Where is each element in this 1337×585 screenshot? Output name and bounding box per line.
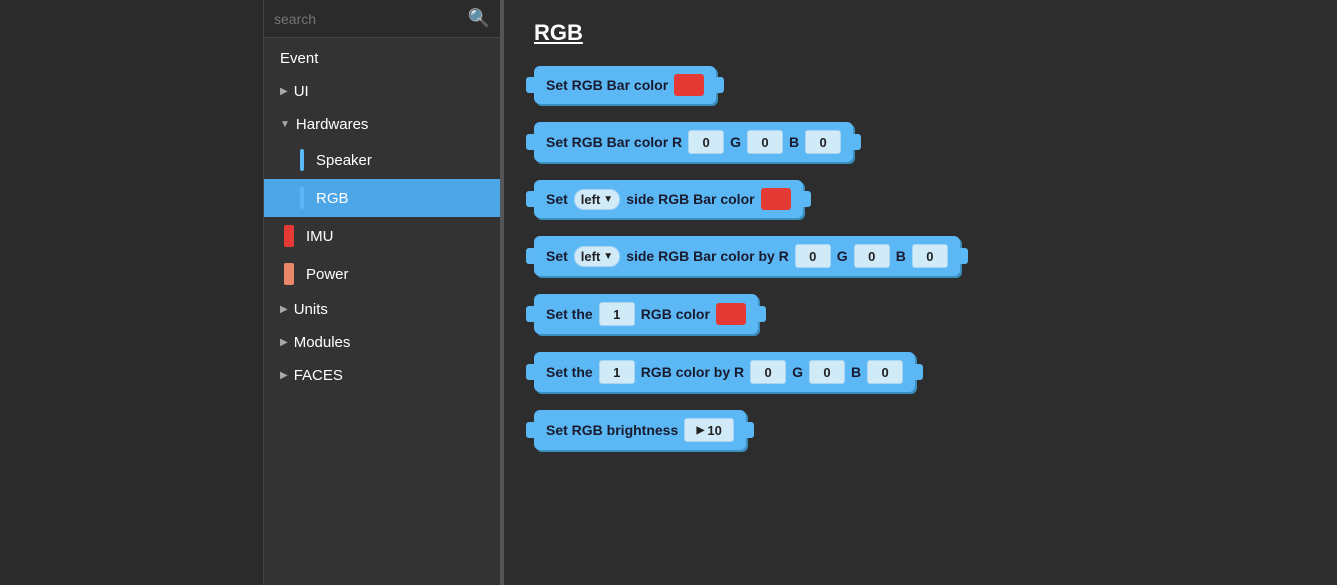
input-b-2[interactable]: 0 <box>912 244 948 268</box>
block-set-the-rgb-color-rgb[interactable]: Set the 1 RGB color by R 0 G 0 B 0 <box>534 352 915 392</box>
input-g-1[interactable]: 0 <box>747 130 783 154</box>
block-row-6: Set the 1 RGB color by R 0 G 0 B 0 <box>534 352 1307 392</box>
sidebar-item-modules[interactable]: ▶ Modules <box>264 326 500 359</box>
sidebar-item-label: UI <box>294 83 309 100</box>
dropdown-left-1[interactable]: left ▼ <box>574 189 620 210</box>
sidebar-item-ui[interactable]: ▶ UI <box>264 75 500 108</box>
block-set-rgb-brightness[interactable]: Set RGB brightness ▶ 10 <box>534 410 746 450</box>
search-icon[interactable]: 🔍 <box>468 8 490 29</box>
sidebar: 🔍 Event ▶ UI ▼ Hardwares Speaker RGB <box>263 0 500 585</box>
sidebar-item-label: Speaker <box>316 152 372 169</box>
block-row-7: Set RGB brightness ▶ 10 <box>534 410 1307 450</box>
block-row-2: Set RGB Bar color R 0 G 0 B 0 <box>534 122 1307 162</box>
input-brightness[interactable]: ▶ 10 <box>684 418 734 442</box>
block-set-the-rgb-color[interactable]: Set the 1 RGB color <box>534 294 758 334</box>
sidebar-item-label: Hardwares <box>296 116 369 133</box>
left-panel <box>0 0 263 585</box>
input-r-2[interactable]: 0 <box>795 244 831 268</box>
sidebar-item-rgb[interactable]: RGB <box>264 179 500 217</box>
label-b-1: B <box>789 134 799 150</box>
input-b-1[interactable]: 0 <box>805 130 841 154</box>
block-text-after: side RGB Bar color by R <box>626 248 789 264</box>
dropdown-value: left <box>581 192 601 207</box>
block-text-after: side RGB Bar color <box>626 191 754 207</box>
input-g-2[interactable]: 0 <box>854 244 890 268</box>
block-text-before: Set the <box>546 306 593 322</box>
sidebar-item-label: Modules <box>294 334 351 351</box>
input-g-3[interactable]: 0 <box>809 360 845 384</box>
label-g-2: G <box>837 248 848 264</box>
sidebar-item-label: IMU <box>306 228 334 245</box>
block-text: Set RGB Bar color R <box>546 134 682 150</box>
sidebar-item-hardwares[interactable]: ▼ Hardwares <box>264 108 500 141</box>
input-r-1[interactable]: 0 <box>688 130 724 154</box>
block-text: Set RGB Bar color <box>546 77 668 93</box>
block-text: Set RGB brightness <box>546 422 678 438</box>
chevron-right-icon-modules: ▶ <box>280 337 288 348</box>
block-set-rgb-bar-color[interactable]: Set RGB Bar color <box>534 66 716 104</box>
brightness-value: 10 <box>707 423 721 438</box>
label-b-3: B <box>851 364 861 380</box>
block-row-5: Set the 1 RGB color <box>534 294 1307 334</box>
label-g-3: G <box>792 364 803 380</box>
nav-items: Event ▶ UI ▼ Hardwares Speaker RGB IMU <box>264 38 500 585</box>
sidebar-item-label: FACES <box>294 367 343 384</box>
label-b-2: B <box>896 248 906 264</box>
chevron-down-icon: ▼ <box>280 119 290 130</box>
color-swatch-red-3[interactable] <box>716 303 746 325</box>
block-row-3: Set left ▼ side RGB Bar color <box>534 180 1307 218</box>
color-swatch-red-2[interactable] <box>761 188 791 210</box>
input-num-1[interactable]: 1 <box>599 302 635 326</box>
block-text-before: Set <box>546 248 568 264</box>
chevron-right-icon-units: ▶ <box>280 304 288 315</box>
power-color-bar <box>284 263 294 285</box>
block-text-after: RGB color <box>641 306 710 322</box>
color-swatch-red[interactable] <box>674 74 704 96</box>
block-set-side-rgb-bar-color-rgb[interactable]: Set left ▼ side RGB Bar color by R 0 G 0… <box>534 236 960 276</box>
speaker-color-bar <box>300 149 304 171</box>
play-icon: ▶ <box>697 425 705 436</box>
label-g-1: G <box>730 134 741 150</box>
sidebar-item-faces[interactable]: ▶ FACES <box>264 359 500 392</box>
chevron-right-icon: ▶ <box>280 86 288 97</box>
block-text-before: Set <box>546 191 568 207</box>
rgb-color-bar <box>300 187 304 209</box>
sidebar-item-power[interactable]: Power <box>264 255 500 293</box>
imu-color-bar <box>284 225 294 247</box>
input-num-2[interactable]: 1 <box>599 360 635 384</box>
chevron-right-icon-faces: ▶ <box>280 370 288 381</box>
page-title: RGB <box>534 20 1307 46</box>
block-text-after: RGB color by R <box>641 364 744 380</box>
main-content: RGB Set RGB Bar color Set RGB Bar color … <box>504 0 1337 585</box>
block-set-rgb-bar-color-rgb[interactable]: Set RGB Bar color R 0 G 0 B 0 <box>534 122 853 162</box>
dropdown-caret-2: ▼ <box>603 251 613 262</box>
search-bar: 🔍 <box>264 0 500 38</box>
dropdown-left-2[interactable]: left ▼ <box>574 246 620 267</box>
input-b-3[interactable]: 0 <box>867 360 903 384</box>
sidebar-item-label: Event <box>280 50 318 67</box>
sidebar-item-event[interactable]: Event <box>264 42 500 75</box>
search-input[interactable] <box>274 11 468 27</box>
input-r-3[interactable]: 0 <box>750 360 786 384</box>
dropdown-caret: ▼ <box>603 194 613 205</box>
sidebar-item-label: Units <box>294 301 328 318</box>
block-set-side-rgb-bar-color[interactable]: Set left ▼ side RGB Bar color <box>534 180 803 218</box>
sidebar-item-units[interactable]: ▶ Units <box>264 293 500 326</box>
block-text-before: Set the <box>546 364 593 380</box>
block-row-1: Set RGB Bar color <box>534 66 1307 104</box>
sidebar-item-speaker[interactable]: Speaker <box>264 141 500 179</box>
block-row-4: Set left ▼ side RGB Bar color by R 0 G 0… <box>534 236 1307 276</box>
sidebar-item-label: Power <box>306 266 349 283</box>
sidebar-item-label: RGB <box>316 190 349 207</box>
sidebar-item-imu[interactable]: IMU <box>264 217 500 255</box>
dropdown-value: left <box>581 249 601 264</box>
